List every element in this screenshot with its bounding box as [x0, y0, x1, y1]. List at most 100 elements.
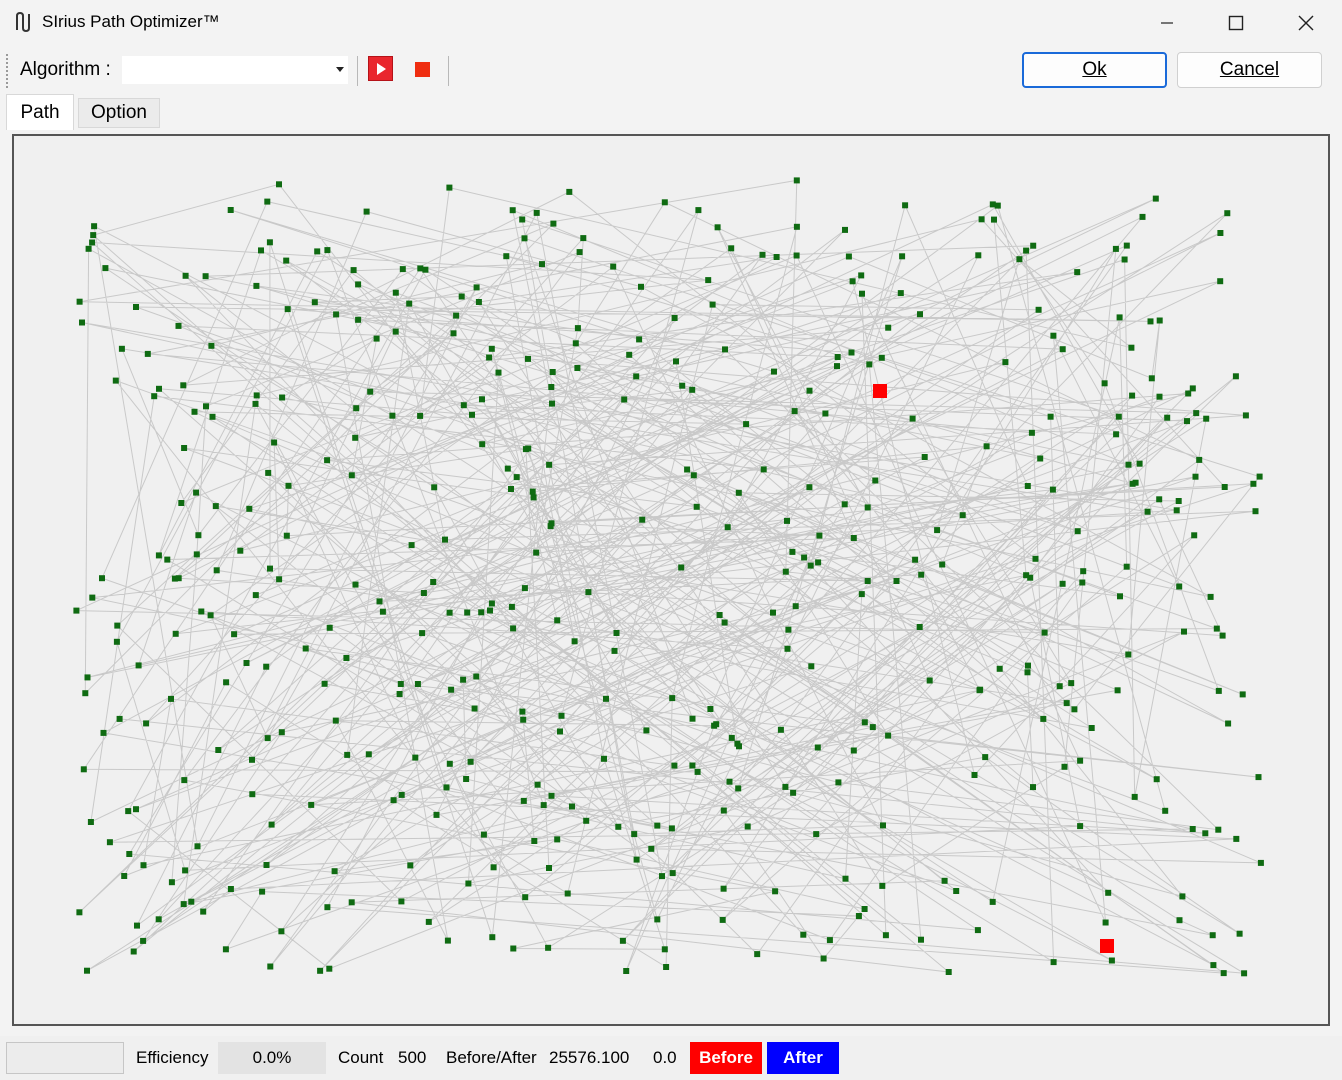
- before-button[interactable]: Before: [690, 1042, 762, 1074]
- path-point: [168, 695, 174, 702]
- path-point: [390, 797, 397, 804]
- path-point: [693, 503, 700, 510]
- path-point: [808, 663, 815, 670]
- minimize-icon: [1161, 22, 1173, 24]
- path-point: [112, 377, 119, 384]
- path-point: [1207, 593, 1214, 600]
- path-point: [473, 673, 480, 680]
- algorithm-dropdown[interactable]: [122, 56, 348, 84]
- ok-button[interactable]: Ok: [1022, 52, 1167, 88]
- path-point: [934, 527, 941, 534]
- path-point: [284, 306, 291, 313]
- path-point: [864, 578, 871, 584]
- path-point: [1102, 919, 1109, 926]
- path-point: [399, 266, 406, 273]
- path-point: [1192, 473, 1199, 480]
- path-point: [155, 552, 162, 559]
- path-point: [283, 257, 290, 264]
- path-point: [1215, 826, 1222, 833]
- path-point: [243, 660, 250, 666]
- path-point: [317, 967, 324, 974]
- path-point: [200, 908, 207, 915]
- path-point: [576, 249, 583, 256]
- path-point: [422, 266, 429, 273]
- path-point: [215, 747, 222, 753]
- path-point: [845, 253, 852, 260]
- path-point: [453, 312, 460, 319]
- path-point: [1059, 346, 1066, 353]
- path-point: [249, 756, 255, 763]
- path-point: [548, 384, 555, 390]
- maximize-button[interactable]: [1201, 0, 1271, 46]
- path-point: [321, 680, 328, 687]
- close-button[interactable]: [1271, 0, 1341, 46]
- tab-option[interactable]: Option: [78, 98, 160, 128]
- path-point: [689, 762, 696, 769]
- path-point: [566, 188, 573, 195]
- path-point: [1139, 213, 1146, 220]
- stop-button[interactable]: [415, 62, 430, 77]
- path-point: [488, 345, 495, 352]
- path-point: [945, 969, 952, 975]
- path-canvas[interactable]: [12, 134, 1330, 1026]
- path-point: [728, 245, 735, 252]
- path-point: [278, 729, 285, 736]
- path-point: [545, 944, 552, 951]
- path-point: [1024, 669, 1031, 676]
- path-point: [959, 512, 966, 519]
- path-point: [249, 791, 256, 798]
- path-point: [613, 630, 620, 636]
- path-point: [777, 726, 784, 733]
- path-point: [279, 394, 286, 401]
- toolbar-grip[interactable]: [6, 54, 8, 88]
- path-point: [521, 585, 528, 592]
- path-point: [707, 706, 714, 712]
- toolbar: Algorithm : Ok Cancel: [0, 46, 1342, 96]
- path-point: [140, 937, 147, 944]
- path-point: [539, 261, 545, 268]
- path-point: [815, 559, 822, 566]
- minimize-button[interactable]: [1132, 0, 1202, 46]
- path-point: [529, 488, 536, 495]
- path-point: [850, 535, 857, 541]
- path-point: [495, 369, 502, 376]
- route-line: [76, 179, 1262, 974]
- path-point: [363, 208, 370, 215]
- run-button[interactable]: [368, 56, 393, 81]
- path-point: [654, 916, 661, 923]
- path-point: [1250, 480, 1257, 487]
- after-button[interactable]: After: [767, 1042, 839, 1074]
- path-point: [522, 894, 529, 901]
- path-point: [533, 209, 540, 216]
- path-plot: [73, 177, 1264, 977]
- path-point: [143, 720, 150, 727]
- path-point: [615, 823, 622, 830]
- path-point: [376, 598, 383, 605]
- path-point: [478, 609, 485, 616]
- before-value: 25576.100: [549, 1048, 630, 1067]
- path-point: [654, 822, 661, 829]
- path-point: [525, 355, 531, 362]
- tab-path[interactable]: Path: [6, 94, 74, 130]
- path-point: [1256, 473, 1263, 480]
- status-bar: Efficiency 0.0% Count 500 Before/After 2…: [0, 1036, 1342, 1080]
- path-point: [314, 248, 321, 255]
- cancel-button[interactable]: Cancel: [1177, 52, 1322, 88]
- path-point: [690, 472, 697, 479]
- path-point: [735, 785, 742, 792]
- path-point: [343, 655, 350, 661]
- path-point: [714, 224, 721, 231]
- path-point: [460, 402, 467, 409]
- path-point: [278, 928, 285, 935]
- path-point: [398, 791, 405, 798]
- path-point: [689, 715, 696, 722]
- path-point: [379, 608, 386, 615]
- path-point: [784, 517, 790, 524]
- algorithm-label: Algorithm :: [20, 59, 111, 80]
- path-point: [252, 592, 259, 599]
- path-point: [510, 625, 517, 632]
- path-point: [80, 766, 87, 773]
- path-point: [1196, 456, 1203, 463]
- start-marker: [873, 384, 887, 398]
- path-point: [574, 365, 581, 371]
